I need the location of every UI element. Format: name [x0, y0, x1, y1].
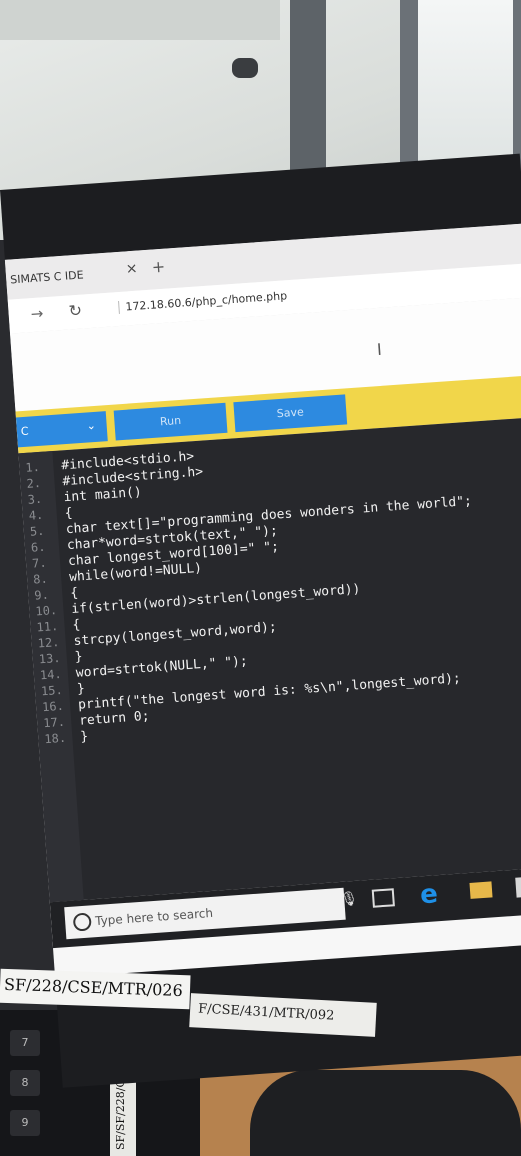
save-button[interactable]: Save	[233, 394, 348, 433]
key-7: 7	[10, 1030, 40, 1056]
line-number: 15.	[40, 682, 64, 699]
code-text: printf("the longest word is: %s\n",longe…	[77, 671, 462, 713]
asset-sticker-left: SF/228/CSE/MTR/026	[0, 968, 191, 1010]
line-number: 7.	[31, 555, 48, 571]
line-number: 5.	[29, 523, 45, 539]
line-number: 17.	[42, 714, 66, 731]
language-value: C	[20, 424, 30, 439]
new-tab-icon[interactable]: +	[151, 257, 166, 277]
chevron-down-icon: ⌄	[86, 418, 97, 433]
screen: SIMATS C IDE × + → ↻ 172.18.60.6/php_c/h…	[4, 223, 521, 979]
key-8: 8	[10, 1070, 40, 1096]
mouse	[250, 1070, 521, 1156]
line-number: 14.	[39, 666, 63, 683]
line-number: 3.	[27, 491, 43, 507]
security-camera	[232, 58, 258, 78]
line-number: 11.	[36, 619, 59, 635]
tab-title[interactable]: SIMATS C IDE	[10, 268, 84, 286]
line-number: 9.	[33, 587, 50, 603]
store-icon[interactable]	[515, 876, 521, 898]
ceiling-beam	[0, 0, 280, 40]
code-text: {	[64, 505, 74, 522]
line-number: 12.	[37, 634, 60, 651]
line-number: 2.	[26, 475, 42, 491]
line-number: 4.	[28, 507, 44, 523]
line-number: 1.	[24, 459, 41, 475]
code-text: if(strlen(word)>strlen(longest_word))	[70, 581, 361, 618]
key-9: 9	[10, 1110, 40, 1136]
code-text: {	[69, 585, 79, 602]
file-explorer-icon[interactable]	[469, 881, 493, 899]
forward-arrow-icon[interactable]: →	[30, 304, 44, 323]
monitor: SIMATS C IDE × + → ↻ 172.18.60.6/php_c/h…	[0, 153, 521, 1088]
edge-browser-icon[interactable]: e	[419, 879, 439, 910]
line-number: 13.	[38, 650, 61, 667]
task-view-icon[interactable]	[371, 888, 395, 908]
code-text: }	[74, 649, 84, 665]
line-number: 16.	[41, 698, 65, 715]
window-glass	[418, 0, 513, 170]
line-number: 8.	[32, 571, 49, 587]
code-text: strcpy(longest_word,word);	[73, 619, 278, 649]
url-field[interactable]: 172.18.60.6/php_c/home.php	[118, 289, 288, 315]
code-text: }	[79, 729, 89, 745]
code-editor[interactable]: 1. #include<stdio.h> 2. #include<string.h>…	[18, 417, 521, 903]
code-text: word=strtok(NULL," ");	[75, 653, 249, 681]
line-number: 18.	[43, 730, 67, 747]
reload-icon[interactable]: ↻	[68, 301, 83, 321]
cortana-circle-icon	[72, 912, 92, 932]
code-text: {	[72, 617, 81, 633]
code-text: }	[76, 681, 86, 697]
search-placeholder: Type here to search	[94, 905, 214, 929]
microphone-icon[interactable]: 🎙	[340, 891, 359, 908]
language-select[interactable]: C ⌄	[15, 411, 108, 448]
line-number: 10.	[35, 603, 58, 619]
line-number: 6.	[30, 539, 46, 555]
run-button[interactable]: Run	[113, 402, 228, 441]
close-tab-icon[interactable]: ×	[125, 261, 138, 278]
